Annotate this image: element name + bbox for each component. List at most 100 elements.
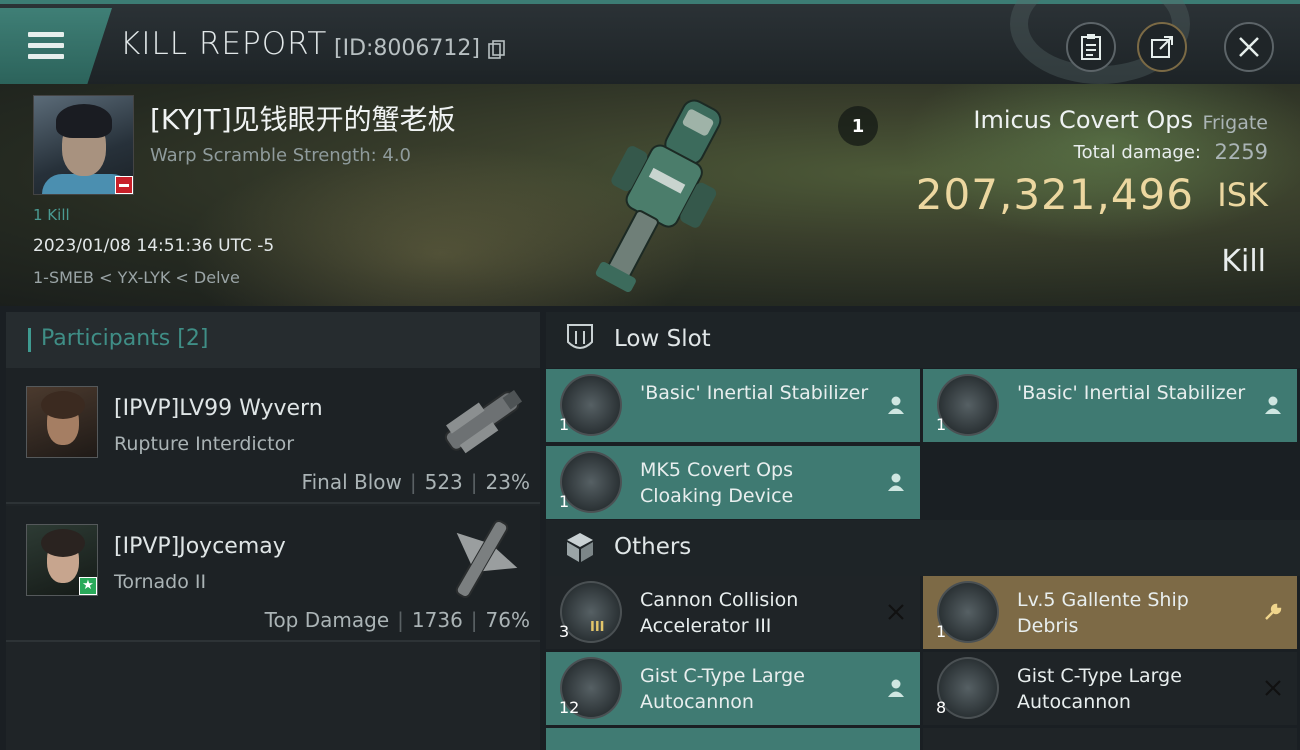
- clipboard-button[interactable]: [1066, 22, 1116, 72]
- clipboard-icon: [1081, 34, 1101, 60]
- stat-separator: |: [397, 608, 404, 632]
- cube-icon: [567, 533, 593, 562]
- module-tier: III: [590, 620, 605, 635]
- fitted-icon: [1261, 393, 1285, 417]
- module-quantity: 1: [936, 415, 947, 434]
- autocannon-icon: [937, 657, 999, 719]
- avatar-hair: [41, 391, 85, 419]
- module-item[interactable]: 1 'Basic' Inertial Stabilizer: [923, 369, 1297, 442]
- victim-name[interactable]: [KYJT]见钱眼开的蟹老板: [150, 98, 456, 138]
- stat-separator: |: [470, 608, 478, 632]
- module-item[interactable]: 1 Lv.5 Gallente Ship Debris: [923, 576, 1297, 649]
- low-slot-icon: [567, 324, 593, 349]
- fitted-icon: [884, 470, 908, 494]
- ship-debris-icon: [937, 581, 999, 643]
- low-slot-title: Low Slot: [614, 326, 711, 352]
- top-damage-tag: Top Damage: [264, 608, 390, 632]
- participant-name: [IPVP]LV99 Wyvern: [114, 396, 323, 421]
- close-icon: [1239, 37, 1259, 57]
- module-quantity: 8: [936, 698, 947, 717]
- victim-ship-image[interactable]: [570, 84, 750, 306]
- share-button[interactable]: [1137, 22, 1187, 72]
- module-item[interactable]: 1 MK5 Covert Ops Cloaking Device: [546, 446, 920, 519]
- menu-icon-bar: [28, 43, 64, 48]
- warp-scramble-strength: Warp Scramble Strength: 4.0: [150, 145, 412, 166]
- participant-percent: 23%: [485, 470, 530, 494]
- module-item[interactable]: 1 'Basic' Inertial Stabilizer: [546, 369, 920, 442]
- module-quantity: 1: [559, 492, 570, 511]
- module-quantity: 3: [559, 622, 570, 641]
- page-title: KILL REPORT: [120, 26, 328, 62]
- menu-icon: [28, 32, 64, 37]
- participant-row[interactable]: [IPVP]LV99 Wyvern Rupture Interdictor Fi…: [6, 368, 540, 504]
- star-icon: ★: [79, 577, 97, 595]
- participant-ship: Rupture Interdictor: [114, 433, 294, 455]
- wrench-icon: [1261, 600, 1285, 624]
- module-name: Gist C-Type Large Autocannon: [640, 665, 805, 713]
- stat-separator: |: [409, 470, 417, 494]
- kill-type-label: Kill: [1221, 244, 1266, 279]
- stat-separator: |: [470, 470, 478, 494]
- module-name: MK5 Covert Ops Cloaking Device: [640, 459, 794, 507]
- avatar-hair: [41, 529, 85, 557]
- report-id: [ID:8006712]: [334, 36, 480, 61]
- close-button[interactable]: [1224, 22, 1274, 72]
- participant-ship-image: [455, 519, 518, 599]
- attacker-count-badge: 1: [838, 106, 878, 146]
- participant-avatar[interactable]: ★: [26, 524, 98, 596]
- avatar-hair: [56, 104, 112, 138]
- total-damage-value: 2259: [1214, 140, 1268, 164]
- header-bar: KILL REPORT [ID:8006712]: [0, 0, 1300, 84]
- module-name: 'Basic' Inertial Stabilizer: [1017, 382, 1246, 404]
- participant-avatar[interactable]: [26, 386, 98, 458]
- module-quantity: 1: [936, 622, 947, 641]
- participants-count: [2]: [177, 326, 209, 351]
- menu-icon-bar: [28, 54, 64, 59]
- module-item-partial[interactable]: [546, 728, 920, 750]
- menu-button[interactable]: [0, 8, 112, 84]
- participants-label: Participants: [41, 326, 171, 351]
- participant-ship-image: [444, 390, 523, 454]
- fitting-panel: Low Slot 1 'Basic' Inertial Stabilizer 1…: [546, 312, 1300, 750]
- module-name: Gist C-Type Large Autocannon: [1017, 665, 1182, 713]
- module-item[interactable]: III 3 Cannon Collision Accelerator III: [546, 576, 920, 649]
- header-accent-bar: [28, 328, 31, 352]
- module-name: 'Basic' Inertial Stabilizer: [640, 382, 869, 404]
- participants-panel: Participants [2] [IPVP]LV99 Wyvern Ruptu…: [6, 312, 540, 750]
- kill-datetime: 2023/01/08 14:51:36 UTC -5: [33, 236, 275, 256]
- victim-ship-name[interactable]: Imicus Covert Ops: [973, 106, 1193, 134]
- participant-stats: Final Blow | 523 | 23%: [302, 470, 530, 494]
- fitted-icon: [884, 676, 908, 700]
- inertial-stabilizer-icon: [937, 374, 999, 436]
- module-item-partial[interactable]: [923, 728, 1297, 750]
- inertial-stabilizer-icon: [560, 374, 622, 436]
- total-damage-label: Total damage:: [1073, 142, 1201, 163]
- victim-avatar[interactable]: [33, 95, 134, 195]
- share-icon: [1151, 36, 1173, 58]
- low-slot-header: Low Slot: [546, 312, 1300, 368]
- victim-banner: [KYJT]见钱眼开的蟹老板 Warp Scramble Strength: 4…: [0, 84, 1300, 306]
- cloaking-device-icon: [560, 451, 622, 513]
- others-title: Others: [614, 534, 692, 560]
- module-quantity: 1: [559, 415, 570, 434]
- victim-ship-class: Frigate: [1202, 112, 1268, 134]
- participant-ship: Tornado II: [114, 571, 207, 593]
- module-name: Cannon Collision Accelerator III: [640, 589, 799, 637]
- participant-stats: Top Damage | 1736 | 76%: [265, 608, 530, 632]
- isk-value: 207,321,496: [915, 170, 1194, 219]
- kill-location[interactable]: 1-SMEB < YX-LYK < Delve: [33, 268, 240, 287]
- module-item[interactable]: 8 Gist C-Type Large Autocannon: [923, 652, 1297, 725]
- fitted-icon: [884, 393, 908, 417]
- isk-unit: ISK: [1217, 176, 1268, 214]
- hostile-badge: [115, 176, 133, 194]
- destroyed-icon: [1261, 676, 1285, 700]
- module-item[interactable]: 12 Gist C-Type Large Autocannon: [546, 652, 920, 725]
- participants-title: Participants [2]: [41, 326, 208, 351]
- participants-header: Participants [2]: [6, 312, 540, 368]
- participant-name: [IPVP]Joycemay: [114, 534, 286, 559]
- participant-percent: 76%: [485, 608, 530, 632]
- copy-icon[interactable]: [488, 40, 506, 60]
- participant-row[interactable]: ★ [IPVP]Joycemay Tornado II Top Damage | 1…: [6, 506, 540, 642]
- final-blow-tag: Final Blow: [301, 470, 402, 494]
- kill-count: 1 Kill: [33, 206, 70, 224]
